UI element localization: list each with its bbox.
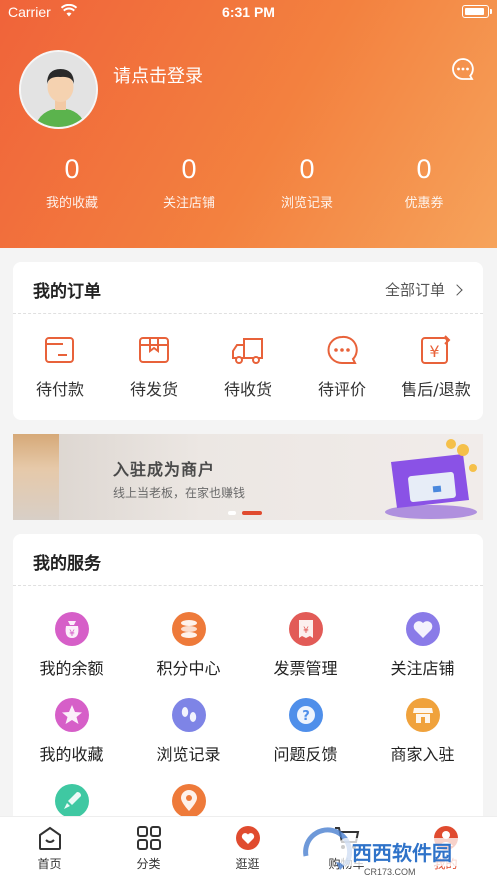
order-after-sales[interactable]: ¥ 售后/退款 xyxy=(389,334,483,400)
service-label: 问题反馈 xyxy=(273,745,338,764)
service-label: 浏览记录 xyxy=(156,745,221,764)
tab-browse[interactable]: 逛逛 xyxy=(198,825,297,872)
service-history[interactable]: 浏览记录 xyxy=(130,698,247,765)
service-label: 商家入驻 xyxy=(390,745,455,764)
service-merchant-join[interactable]: 商家入驻 xyxy=(364,698,481,765)
location-icon xyxy=(171,784,206,818)
stat-value: 0 xyxy=(64,154,80,184)
order-label: 待付款 xyxy=(35,380,84,399)
stat-label: 关注店铺 xyxy=(162,196,215,211)
shop-icon xyxy=(405,698,440,732)
service-followed-shops[interactable]: 关注店铺 xyxy=(364,612,481,679)
stat-favorites[interactable]: 0 我的收藏 xyxy=(12,150,132,211)
tab-categories[interactable]: 分类 xyxy=(99,825,198,872)
order-label: 待评价 xyxy=(317,380,366,399)
grid-icon xyxy=(136,826,161,850)
services-card: 我的服务 ¥ 我的余额 积分中心 ¥ 发票管理 关注店铺 我的收藏 浏览记录 ?… xyxy=(13,534,483,824)
comment-icon xyxy=(327,335,358,364)
merchant-banner[interactable]: 入驻成为商户 线上当老板，在家也赚钱 xyxy=(13,434,483,520)
orders-title: 我的订单 xyxy=(33,282,101,302)
profile-header: Carrier 6:31 PM 请点击登录 0 我的收藏 0 关注店铺 0 浏览… xyxy=(0,0,497,248)
question-icon: ? xyxy=(288,698,323,732)
package-icon xyxy=(139,337,169,363)
svg-text:西西软件园: 西西软件园 xyxy=(352,841,452,865)
stat-history[interactable]: 0 浏览记录 xyxy=(247,150,367,211)
coins-icon xyxy=(171,612,206,646)
battery-icon xyxy=(462,5,492,18)
message-icon[interactable] xyxy=(451,57,475,81)
svg-text:CR173.COM: CR173.COM xyxy=(364,867,416,877)
service-invoices[interactable]: ¥ 发票管理 xyxy=(247,612,364,679)
user-avatar-icon xyxy=(21,52,96,127)
service-rocket[interactable] xyxy=(13,784,130,818)
service-favorites[interactable]: 我的收藏 xyxy=(13,698,130,765)
order-pending-receipt[interactable]: 待收货 xyxy=(201,334,295,400)
stat-value: 0 xyxy=(299,154,315,184)
banner-title: 入驻成为商户 xyxy=(113,460,216,479)
service-label: 发票管理 xyxy=(273,659,338,678)
refund-icon: ¥ xyxy=(421,335,451,364)
tab-label: 首页 xyxy=(37,857,62,871)
order-label: 待收货 xyxy=(223,380,272,399)
service-points[interactable]: 积分中心 xyxy=(130,612,247,679)
stat-coupons[interactable]: 0 优惠券 xyxy=(364,150,484,211)
services-card-header: 我的服务 xyxy=(13,534,483,586)
service-label: 关注店铺 xyxy=(390,659,455,678)
pager-dot[interactable] xyxy=(228,510,236,515)
truck-icon xyxy=(232,338,263,364)
orders-card: 我的订单 全部订单 待付款 待发货 待收货 待评价 ¥ 售后/退款 xyxy=(13,262,483,420)
stat-followed-shops[interactable]: 0 关注店铺 xyxy=(129,150,249,211)
order-pending-shipment[interactable]: 待发货 xyxy=(107,334,201,400)
order-label: 售后/退款 xyxy=(401,380,471,399)
all-orders-label: 全部订单 xyxy=(384,281,445,299)
heart-tab-icon xyxy=(235,826,260,850)
invoice-icon: ¥ xyxy=(288,612,323,646)
heart-icon xyxy=(405,612,440,646)
tab-label: 分类 xyxy=(136,857,161,871)
svg-text:¥: ¥ xyxy=(429,342,439,361)
stat-value: 0 xyxy=(416,154,432,184)
service-label: 我的余额 xyxy=(39,659,104,678)
svg-text:?: ? xyxy=(302,709,310,724)
orders-card-header: 我的订单 全部订单 xyxy=(13,262,483,314)
pager-dot-active[interactable] xyxy=(242,510,262,515)
service-address[interactable] xyxy=(130,784,247,818)
service-feedback[interactable]: ? 问题反馈 xyxy=(247,698,364,765)
stats-row: 0 我的收藏 0 关注店铺 0 浏览记录 0 优惠券 xyxy=(0,150,497,220)
money-bag-icon: ¥ xyxy=(54,612,89,646)
avatar[interactable] xyxy=(19,50,98,129)
stat-label: 浏览记录 xyxy=(280,196,333,211)
services-title: 我的服务 xyxy=(33,554,101,574)
order-pending-payment[interactable]: 待付款 xyxy=(13,334,107,400)
footprint-icon xyxy=(171,698,206,732)
stat-label: 优惠券 xyxy=(404,196,444,211)
service-label: 我的收藏 xyxy=(39,745,104,764)
site-watermark-logo: 西西软件园 CR173.COM xyxy=(303,827,474,877)
service-balance[interactable]: ¥ 我的余额 xyxy=(13,612,130,679)
rocket-icon xyxy=(54,784,89,818)
login-prompt[interactable]: 请点击登录 xyxy=(113,62,203,88)
banner-pager xyxy=(228,502,268,520)
wallet-icon xyxy=(45,337,74,363)
tab-home[interactable]: 首页 xyxy=(0,825,99,872)
status-bar: Carrier 6:31 PM xyxy=(0,0,497,24)
all-orders-link[interactable]: 全部订单 xyxy=(384,279,463,300)
tab-label: 逛逛 xyxy=(235,857,260,871)
banner-subtitle: 线上当老板，在家也赚钱 xyxy=(113,486,246,500)
status-time: 6:31 PM xyxy=(222,4,275,20)
svg-text:¥: ¥ xyxy=(303,626,309,636)
svg-text:¥: ¥ xyxy=(69,629,75,639)
home-icon xyxy=(38,826,61,850)
service-label: 积分中心 xyxy=(156,659,221,678)
order-pending-review[interactable]: 待评价 xyxy=(295,334,389,400)
order-label: 待发货 xyxy=(129,380,178,399)
wallet-card-illustration xyxy=(385,439,477,519)
chevron-right-icon xyxy=(451,284,463,296)
stat-value: 0 xyxy=(181,154,197,184)
stat-label: 我的收藏 xyxy=(45,196,98,211)
banner-side-image xyxy=(13,434,59,520)
star-icon xyxy=(54,698,89,732)
